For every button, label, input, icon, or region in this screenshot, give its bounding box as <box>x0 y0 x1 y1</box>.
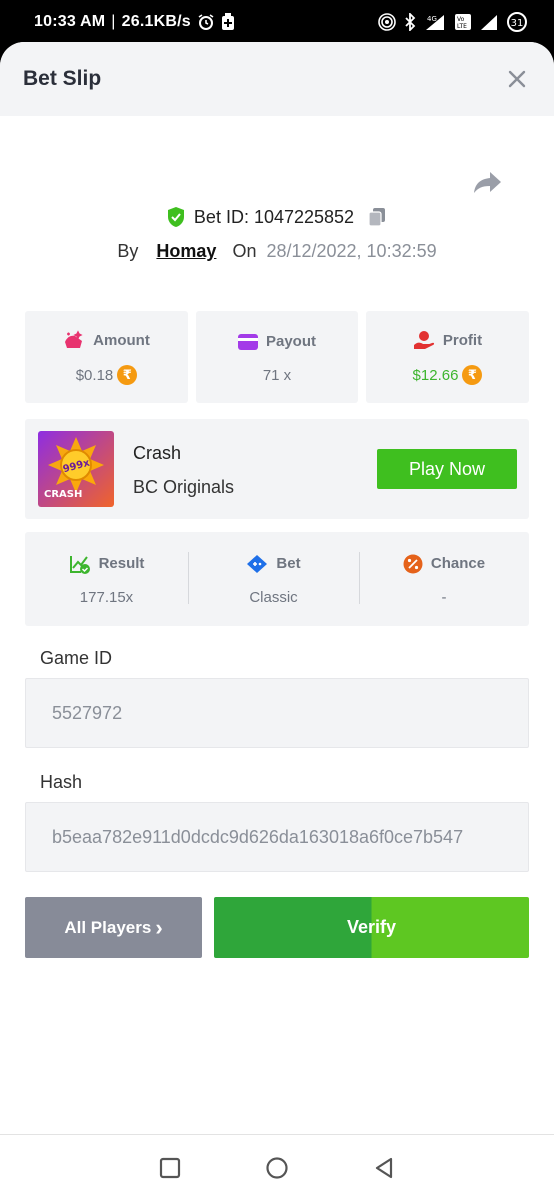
volte-icon: Vo LTE <box>454 13 472 31</box>
play-now-button[interactable]: Play Now <box>377 449 517 489</box>
chance-value-row: - <box>442 589 447 606</box>
chance-label: Chance <box>430 555 486 572</box>
chevron-right-icon: › <box>155 914 163 940</box>
game-name: Crash <box>133 443 182 463</box>
payout-value: 71 x <box>262 366 292 384</box>
page-title: Bet Slip <box>23 67 102 90</box>
rupee-coin-icon: ₹ <box>117 365 138 385</box>
crash-game-image: 999x CRASH <box>38 431 114 507</box>
back-icon[interactable] <box>373 1157 395 1179</box>
game-id-label: Game ID <box>40 648 113 668</box>
battery-level: 31 <box>511 18 524 29</box>
thumb-text: CRASH <box>44 489 82 500</box>
navigation-bar <box>0 1134 554 1200</box>
amount-label: Amount <box>93 331 150 349</box>
rupee-coin-icon: ₹ <box>462 365 483 385</box>
hash-field[interactable]: b5eaa782e911d0dcdc9d626da163018a6f0ce7b5… <box>25 802 529 872</box>
bet-id: Bet ID: 1047225852 <box>193 206 355 227</box>
bet-value: Classic <box>249 588 298 606</box>
profit-label: Profit <box>442 331 483 349</box>
battery-icon: 31 <box>506 11 528 33</box>
close-button[interactable] <box>502 64 532 94</box>
payout-label: Payout <box>265 333 316 350</box>
game-card: 999x CRASH Crash BC Originals Play Now <box>25 419 529 519</box>
home-icon[interactable] <box>265 1156 289 1180</box>
bet-cell: Bet Classic <box>188 532 359 626</box>
payout-value-row: 71 x <box>263 367 291 384</box>
gamepad-icon <box>247 554 268 573</box>
chart-check-icon <box>69 555 90 574</box>
all-players-button[interactable]: All Players › <box>25 897 202 958</box>
status-right: 4G Vo LTE 31 <box>378 11 528 33</box>
status-speed: 26.1KB/s <box>121 13 191 30</box>
profit-value-row: $12.66 ₹ <box>413 365 483 385</box>
hash-label: Hash <box>40 772 83 792</box>
game-provider: BC Originals <box>133 477 235 497</box>
percent-icon <box>403 554 423 573</box>
username-link[interactable]: Homay <box>156 241 216 262</box>
chance-cell: Chance - <box>359 532 529 626</box>
share-button[interactable] <box>472 166 504 198</box>
profit-card: Profit $12.66 ₹ <box>366 311 529 403</box>
svg-text:Vo: Vo <box>457 16 465 23</box>
game-id-field[interactable]: 5527972 <box>25 678 529 748</box>
amount-card: Amount $0.18 ₹ <box>25 311 188 403</box>
share-icon <box>474 172 501 193</box>
profit-icon <box>413 331 434 349</box>
result-value-row: 177.15x <box>80 589 133 606</box>
result-card: Result 177.15x Bet Classic Chance - <box>25 532 529 626</box>
chance-header: Chance <box>403 553 485 575</box>
result-cell: Result 177.15x <box>25 532 188 626</box>
signal-4g-icon: 4G <box>424 13 446 31</box>
hotspot-icon <box>378 13 396 31</box>
payout-header: Payout <box>237 331 316 353</box>
alarm-icon <box>197 13 215 31</box>
svg-text:4G: 4G <box>427 15 437 23</box>
amount-value: $0.18 <box>75 366 114 384</box>
amount-header: Amount <box>63 329 150 351</box>
amount-value-row: $0.18 ₹ <box>76 365 138 385</box>
recent-apps-icon[interactable] <box>159 1157 181 1179</box>
bet-slip-sheet: Bet Slip Bet ID: 1047225852 By Homay On … <box>0 42 554 1134</box>
on-label: On <box>232 241 257 261</box>
bet-label: Bet <box>276 555 301 572</box>
bluetooth-icon <box>404 13 416 31</box>
by-label: By <box>117 241 139 261</box>
svg-text:LTE: LTE <box>457 23 467 30</box>
signal-icon <box>480 13 498 31</box>
status-bar: 10:33 AM | 26.1KB/s 4G Vo LTE 31 <box>0 0 554 44</box>
status-left: 10:33 AM | 26.1KB/s <box>34 13 235 31</box>
status-time: 10:33 AM <box>34 13 106 30</box>
bet-datetime: 28/12/2022, 10:32:59 <box>266 241 437 261</box>
bet-value-row: Classic <box>249 589 297 606</box>
all-players-label: All Players <box>64 917 152 937</box>
verify-button[interactable]: Verify <box>214 897 529 958</box>
bet-header: Bet <box>246 553 301 575</box>
result-header: Result <box>69 553 145 575</box>
sheet-header: Bet Slip <box>0 42 554 116</box>
wallet-icon <box>237 333 258 350</box>
game-thumbnail[interactable]: 999x CRASH <box>38 431 114 507</box>
amount-icon <box>65 330 83 348</box>
battery-saver-icon <box>221 13 235 31</box>
profit-header: Profit <box>413 329 482 351</box>
payout-card: Payout 71 x <box>196 311 358 403</box>
bet-id-row: Bet ID: 1047225852 <box>0 206 554 228</box>
result-value: 177.15x <box>79 588 134 606</box>
status-separator: | <box>111 13 116 30</box>
profit-value: $12.66 <box>412 366 459 384</box>
chance-value: - <box>441 588 447 606</box>
bet-author-row: By Homay On 28/12/2022, 10:32:59 <box>0 241 554 262</box>
copy-icon[interactable] <box>366 206 388 228</box>
result-label: Result <box>98 555 145 572</box>
shield-check-icon <box>167 207 184 227</box>
close-icon <box>508 70 526 88</box>
